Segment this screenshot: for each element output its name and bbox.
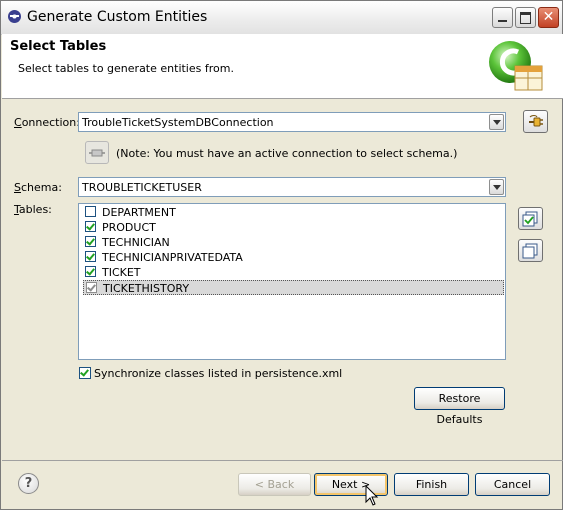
close-icon: ✕ — [542, 9, 555, 25]
checkbox[interactable] — [85, 266, 96, 277]
footer-divider — [2, 460, 563, 461]
checkbox[interactable] — [86, 282, 97, 293]
connection-plug-icon — [529, 115, 543, 127]
list-item[interactable]: PRODUCT — [83, 220, 504, 235]
mouse-cursor-icon — [365, 485, 379, 506]
dialog-window: Generate Custom Entities ✕ Select Tables… — [0, 0, 563, 510]
select-all-button[interactable] — [518, 207, 543, 230]
list-item[interactable]: TICKET — [83, 265, 504, 280]
list-item[interactable]: TECHNICIANPRIVATEDATA — [83, 250, 504, 265]
reconnect-button[interactable] — [85, 141, 109, 164]
connection-label: Connection: — [14, 116, 80, 129]
select-all-icon — [522, 211, 538, 227]
connection-combo[interactable]: TroubleTicketSystemDBConnection — [78, 112, 506, 132]
help-icon[interactable]: ? — [18, 473, 39, 494]
synchronize-checkbox[interactable] — [79, 367, 91, 379]
window-title: Generate Custom Entities — [27, 9, 208, 25]
schema-combo[interactable]: TROUBLETICKETUSER — [78, 177, 506, 197]
reconnect-icon — [89, 149, 105, 157]
add-connection-button[interactable] — [523, 110, 548, 133]
wizard-header: Select Tables Select tables to generate … — [2, 34, 563, 99]
page-description: Select tables to generate entities from. — [18, 62, 234, 75]
connection-note: (Note: You must have an active connectio… — [116, 147, 458, 160]
maximize-button[interactable] — [515, 7, 536, 28]
minimize-button[interactable] — [492, 7, 513, 28]
schema-value: TROUBLETICKETUSER — [82, 181, 202, 194]
eclipse-icon — [8, 10, 21, 23]
synchronize-label: Synchronize classes listed in persistenc… — [94, 367, 343, 380]
restore-defaults-button[interactable]: Restore Defaults — [414, 387, 505, 426]
checkbox[interactable] — [85, 206, 96, 217]
jpa-entities-wizard-icon — [489, 41, 543, 91]
tables-list[interactable]: DEPARTMENT PRODUCT TECHNICIAN TECHNICIAN… — [78, 203, 506, 360]
schema-label: Schema: — [14, 181, 62, 194]
finish-button[interactable]: Finish — [394, 473, 469, 496]
back-button[interactable]: < Back — [238, 473, 311, 496]
deselect-all-icon — [522, 243, 538, 259]
chevron-down-icon[interactable] — [489, 114, 504, 130]
list-item-selected[interactable]: TICKETHISTORY — [83, 280, 504, 295]
checkbox[interactable] — [85, 251, 96, 262]
page-title: Select Tables — [10, 39, 107, 54]
checkbox[interactable] — [85, 221, 96, 232]
list-item[interactable]: TECHNICIAN — [83, 235, 504, 250]
cancel-button[interactable]: Cancel — [475, 473, 550, 496]
list-item[interactable]: DEPARTMENT — [83, 205, 504, 220]
connection-value: TroubleTicketSystemDBConnection — [82, 116, 274, 129]
close-button[interactable]: ✕ — [538, 7, 559, 28]
deselect-all-button[interactable] — [518, 239, 543, 262]
chevron-down-icon[interactable] — [489, 179, 504, 195]
title-bar[interactable]: Generate Custom Entities ✕ — [1, 1, 562, 35]
checkbox[interactable] — [85, 236, 96, 247]
tables-label: Tables: — [14, 203, 52, 216]
